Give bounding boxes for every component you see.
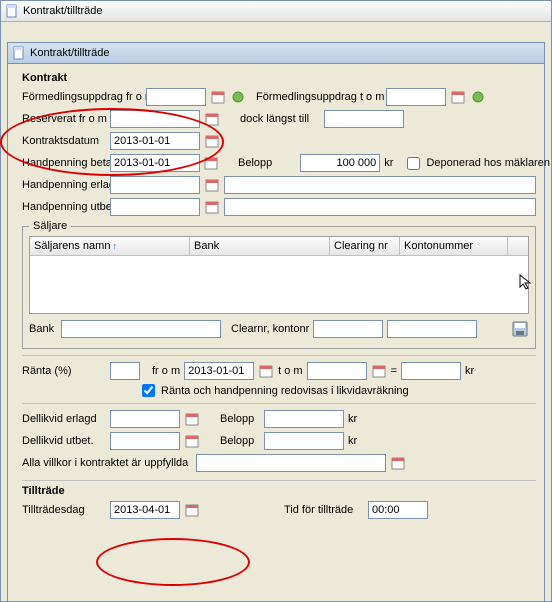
calendar-icon[interactable] (184, 411, 200, 427)
input-tid[interactable] (368, 501, 428, 519)
calendar-icon[interactable] (450, 89, 466, 105)
checkbox-redovisas[interactable] (142, 384, 155, 397)
calendar-icon[interactable] (210, 89, 226, 105)
label-belopp2: Belopp (220, 435, 260, 447)
section-kontrakt-title: Kontrakt (22, 72, 536, 84)
calendar-icon[interactable] (204, 111, 220, 127)
inner-title: Kontrakt/tillträde (30, 47, 109, 59)
label-formedling-from: Förmedlingsuppdrag fr o m (22, 91, 142, 103)
label-tid: Tid för tillträde (284, 504, 364, 516)
label-equals: = (391, 365, 397, 377)
input-konto[interactable] (387, 320, 477, 338)
sort-asc-icon: ↑ (112, 241, 117, 251)
col-spacer (508, 237, 528, 255)
input-hp-erlagd-note[interactable] (224, 176, 536, 194)
checkbox-deponerad[interactable] (407, 157, 420, 170)
label-tom: t o m (278, 365, 302, 377)
calendar-icon[interactable] (204, 199, 220, 215)
grid-saljare[interactable]: Säljarens namn ↑ Bank Clearing nr Konton… (29, 236, 529, 314)
save-icon[interactable] (511, 320, 529, 338)
col-bank[interactable]: Bank (190, 237, 330, 255)
separator (22, 403, 536, 404)
input-ranta-result[interactable] (401, 362, 461, 380)
input-villkor[interactable] (196, 454, 386, 472)
col-clearing[interactable]: Clearing nr (330, 237, 400, 255)
input-belopp[interactable] (300, 154, 380, 172)
input-dellikvid-erlagd[interactable] (110, 410, 180, 428)
input-ranta-from[interactable] (184, 362, 254, 380)
input-tilltradesdag[interactable] (110, 501, 180, 519)
calendar-icon[interactable] (204, 177, 220, 193)
fieldset-saljare: Säljare Säljarens namn ↑ Bank Clearing n… (22, 220, 536, 349)
calendar-icon[interactable] (204, 155, 218, 171)
label-dock: dock längst till (240, 113, 320, 125)
input-ranta-tom[interactable] (307, 362, 367, 380)
label-reserverat: Reserverat fr o m (22, 113, 106, 125)
action-icon[interactable] (230, 89, 246, 105)
input-hp-erlagd-date[interactable] (110, 176, 200, 194)
calendar-icon[interactable] (204, 133, 220, 149)
label-belopp1: Belopp (220, 413, 260, 425)
input-dock[interactable] (324, 110, 404, 128)
label-formedling-to: Förmedlingsuppdrag t o m (256, 91, 382, 103)
separator (22, 355, 536, 356)
action-icon[interactable] (470, 89, 486, 105)
grid-header: Säljarens namn ↑ Bank Clearing nr Konton… (30, 237, 528, 256)
inner-window: Kontrakt/tillträde Kontrakt Förmedlingsu… (7, 42, 545, 602)
outer-title: Kontrakt/tillträde (23, 5, 102, 17)
unit-kr: kr (384, 157, 393, 169)
input-formedling-to[interactable] (386, 88, 446, 106)
legend-saljare: Säljare (29, 220, 71, 232)
doc-icon (12, 46, 26, 60)
label-tilltradesdag: Tillträdesdag (22, 504, 106, 516)
input-belopp1[interactable] (264, 410, 344, 428)
unit-kr: kr (348, 435, 357, 447)
calendar-icon[interactable] (371, 363, 387, 379)
label-ranta: Ränta (%) (22, 365, 106, 377)
label-kontraktsdatum: Kontraktsdatum (22, 135, 106, 147)
label-belopp: Belopp (238, 157, 272, 169)
label-hp-betalas: Handpenning betalas (22, 157, 106, 169)
label-hp-erlagd: Handpenning erlagd (22, 179, 106, 191)
label-redovisas: Ränta och handpenning redovisas i likvid… (161, 385, 409, 397)
calendar-icon[interactable] (258, 363, 274, 379)
doc-icon (5, 4, 19, 18)
col-namn[interactable]: Säljarens namn ↑ (30, 237, 190, 255)
label-bank: Bank (29, 323, 57, 335)
separator (22, 480, 536, 481)
label-villkor: Alla villkor i kontraktet är uppfyllda (22, 457, 192, 469)
input-ranta-pct[interactable] (110, 362, 140, 380)
outer-titlebar[interactable]: Kontrakt/tillträde (1, 1, 551, 22)
label-from: fr o m (152, 365, 180, 377)
input-belopp2[interactable] (264, 432, 344, 450)
col-konto[interactable]: Kontonummer (400, 237, 508, 255)
calendar-icon[interactable] (184, 433, 200, 449)
input-kontraktsdatum[interactable] (110, 132, 200, 150)
outer-window: Kontrakt/tillträde Kontrakt/tillträde Ko… (0, 0, 552, 602)
input-reserverat[interactable] (110, 110, 200, 128)
label-hp-utbetald: Handpenning utbetald (22, 201, 106, 213)
input-bank[interactable] (61, 320, 221, 338)
unit-kr: kr (348, 413, 357, 425)
inner-titlebar[interactable]: Kontrakt/tillträde (8, 43, 544, 64)
input-clearnr[interactable] (313, 320, 383, 338)
calendar-icon[interactable] (390, 455, 406, 471)
calendar-icon[interactable] (184, 502, 200, 518)
input-dellikvid-utbet[interactable] (110, 432, 180, 450)
label-clearnr: Clearnr, kontonr (231, 323, 309, 335)
input-hp-utbetald-note[interactable] (224, 198, 536, 216)
label-dellikvid-utbet: Dellikvid utbet. (22, 435, 106, 447)
form-body: Kontrakt Förmedlingsuppdrag fr o m Förme… (8, 64, 544, 527)
label-deponerad: Deponerad hos mäklaren (426, 157, 550, 169)
input-formedling-from[interactable] (146, 88, 206, 106)
input-hp-utbetald-date[interactable] (110, 198, 200, 216)
unit-kr: kr (465, 365, 474, 377)
label-dellikvid-erlagd: Dellikvid erlagd (22, 413, 106, 425)
input-hp-betalas[interactable] (110, 154, 200, 172)
section-tilltrade-title: Tillträde (22, 485, 536, 497)
